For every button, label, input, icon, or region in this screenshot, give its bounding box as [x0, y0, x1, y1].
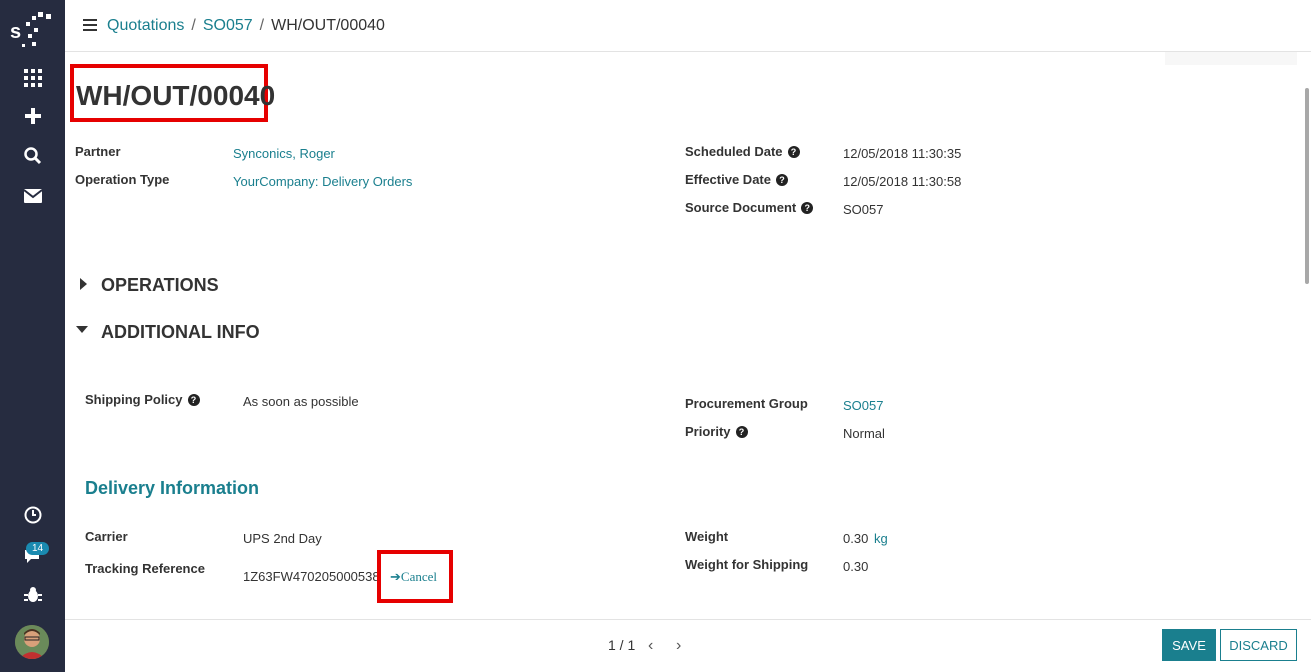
partner-label: Partner: [75, 144, 121, 159]
caret-right-icon[interactable]: [80, 278, 87, 290]
effective-date-value: 12/05/2018 11:30:58: [843, 174, 962, 189]
weight-shipping-value: 0.30: [843, 559, 869, 574]
delivery-info-heading: Delivery Information: [85, 478, 260, 498]
tracking-reference-value: 1Z63FW470205000538: [243, 569, 380, 584]
breadcrumb-quotations[interactable]: Quotations: [107, 17, 184, 34]
carrier-label: Carrier: [85, 529, 128, 544]
weight-number: 0.30: [843, 531, 869, 546]
breadcrumb-current: WH/OUT/00040: [271, 17, 385, 34]
menu-icon[interactable]: [83, 19, 97, 31]
help-icon[interactable]: ?: [801, 202, 814, 214]
caret-down-icon[interactable]: [76, 326, 88, 333]
operation-type-value[interactable]: YourCompany: Delivery Orders: [233, 174, 412, 189]
app-logo-icon[interactable]: s: [8, 8, 56, 52]
priority-label-text: Priority: [685, 424, 731, 439]
scheduled-date-value: 12/05/2018 11:30:35: [843, 146, 962, 161]
weight-label: Weight: [685, 529, 729, 544]
scrollbar[interactable]: [1305, 88, 1309, 284]
help-icon[interactable]: ?: [735, 426, 748, 438]
apps-icon[interactable]: [0, 64, 65, 92]
status-panel: [1165, 52, 1297, 65]
priority-label: Priority?: [685, 424, 748, 439]
sidebar: s 14: [0, 0, 65, 672]
operation-type-label: Operation Type: [75, 172, 170, 187]
chevron-left-icon[interactable]: ‹: [648, 637, 653, 655]
clock-icon[interactable]: [0, 501, 65, 529]
section-additional-info[interactable]: ADDITIONAL INFO: [101, 322, 260, 343]
breadcrumb-separator: /: [259, 17, 265, 34]
partner-value[interactable]: Synconics, Roger: [233, 146, 335, 161]
source-document-label: Source Document?: [685, 200, 814, 215]
chevron-right-icon[interactable]: ›: [676, 637, 681, 655]
help-icon[interactable]: ?: [787, 146, 800, 158]
breadcrumb: Quotations / SO057 / WH/OUT/00040: [107, 17, 385, 35]
priority-value: Normal: [843, 426, 885, 441]
weight-shipping-label: Weight for Shipping: [685, 557, 809, 572]
discard-button[interactable]: DISCARD: [1220, 629, 1297, 661]
procurement-group-value[interactable]: SO057: [843, 398, 883, 413]
shipping-policy-label-text: Shipping Policy: [85, 392, 183, 407]
pager-value[interactable]: 1 / 1: [608, 637, 635, 653]
weight-unit[interactable]: kg: [874, 531, 888, 546]
shipping-policy-label: Shipping Policy?: [85, 392, 200, 407]
plus-icon[interactable]: [0, 102, 65, 130]
carrier-value: UPS 2nd Day: [243, 531, 322, 546]
effective-date-label-text: Effective Date: [685, 172, 771, 187]
shipping-policy-value: As soon as possible: [243, 394, 359, 409]
help-icon[interactable]: ?: [187, 394, 200, 406]
cancel-shipment-button[interactable]: ➔Cancel: [390, 569, 437, 585]
procurement-group-label: Procurement Group: [685, 396, 808, 411]
bug-icon[interactable]: [0, 581, 65, 609]
mail-icon[interactable]: [0, 182, 65, 210]
page-title: WH/OUT/00040: [76, 80, 276, 111]
weight-value: 0.30 kg: [843, 531, 888, 546]
source-document-label-text: Source Document: [685, 200, 797, 215]
bottom-bar: 1 / 1 ‹ › SAVE DISCARD: [65, 619, 1311, 672]
control-panel: Quotations / SO057 / WH/OUT/00040: [65, 0, 1311, 52]
chat-badge: 14: [26, 542, 50, 555]
save-button[interactable]: SAVE: [1162, 629, 1216, 661]
cancel-label: Cancel: [400, 569, 437, 584]
avatar[interactable]: [15, 625, 49, 659]
tracking-reference-label: Tracking Reference: [85, 561, 205, 576]
effective-date-label: Effective Date?: [685, 172, 788, 187]
search-icon[interactable]: [0, 142, 65, 170]
svg-text:s: s: [10, 21, 21, 43]
source-document-value: SO057: [843, 202, 884, 217]
breadcrumb-so057[interactable]: SO057: [203, 17, 253, 34]
breadcrumb-separator: /: [191, 17, 196, 34]
section-operations[interactable]: OPERATIONS: [101, 275, 219, 296]
scheduled-date-label: Scheduled Date?: [685, 144, 800, 159]
arrow-right-icon: ➔: [390, 569, 401, 584]
main-content: Quotations / SO057 / WH/OUT/00040 WH/OUT/000…: [65, 0, 1311, 672]
help-icon[interactable]: ?: [775, 174, 788, 186]
scheduled-date-label-text: Scheduled Date: [685, 144, 783, 159]
